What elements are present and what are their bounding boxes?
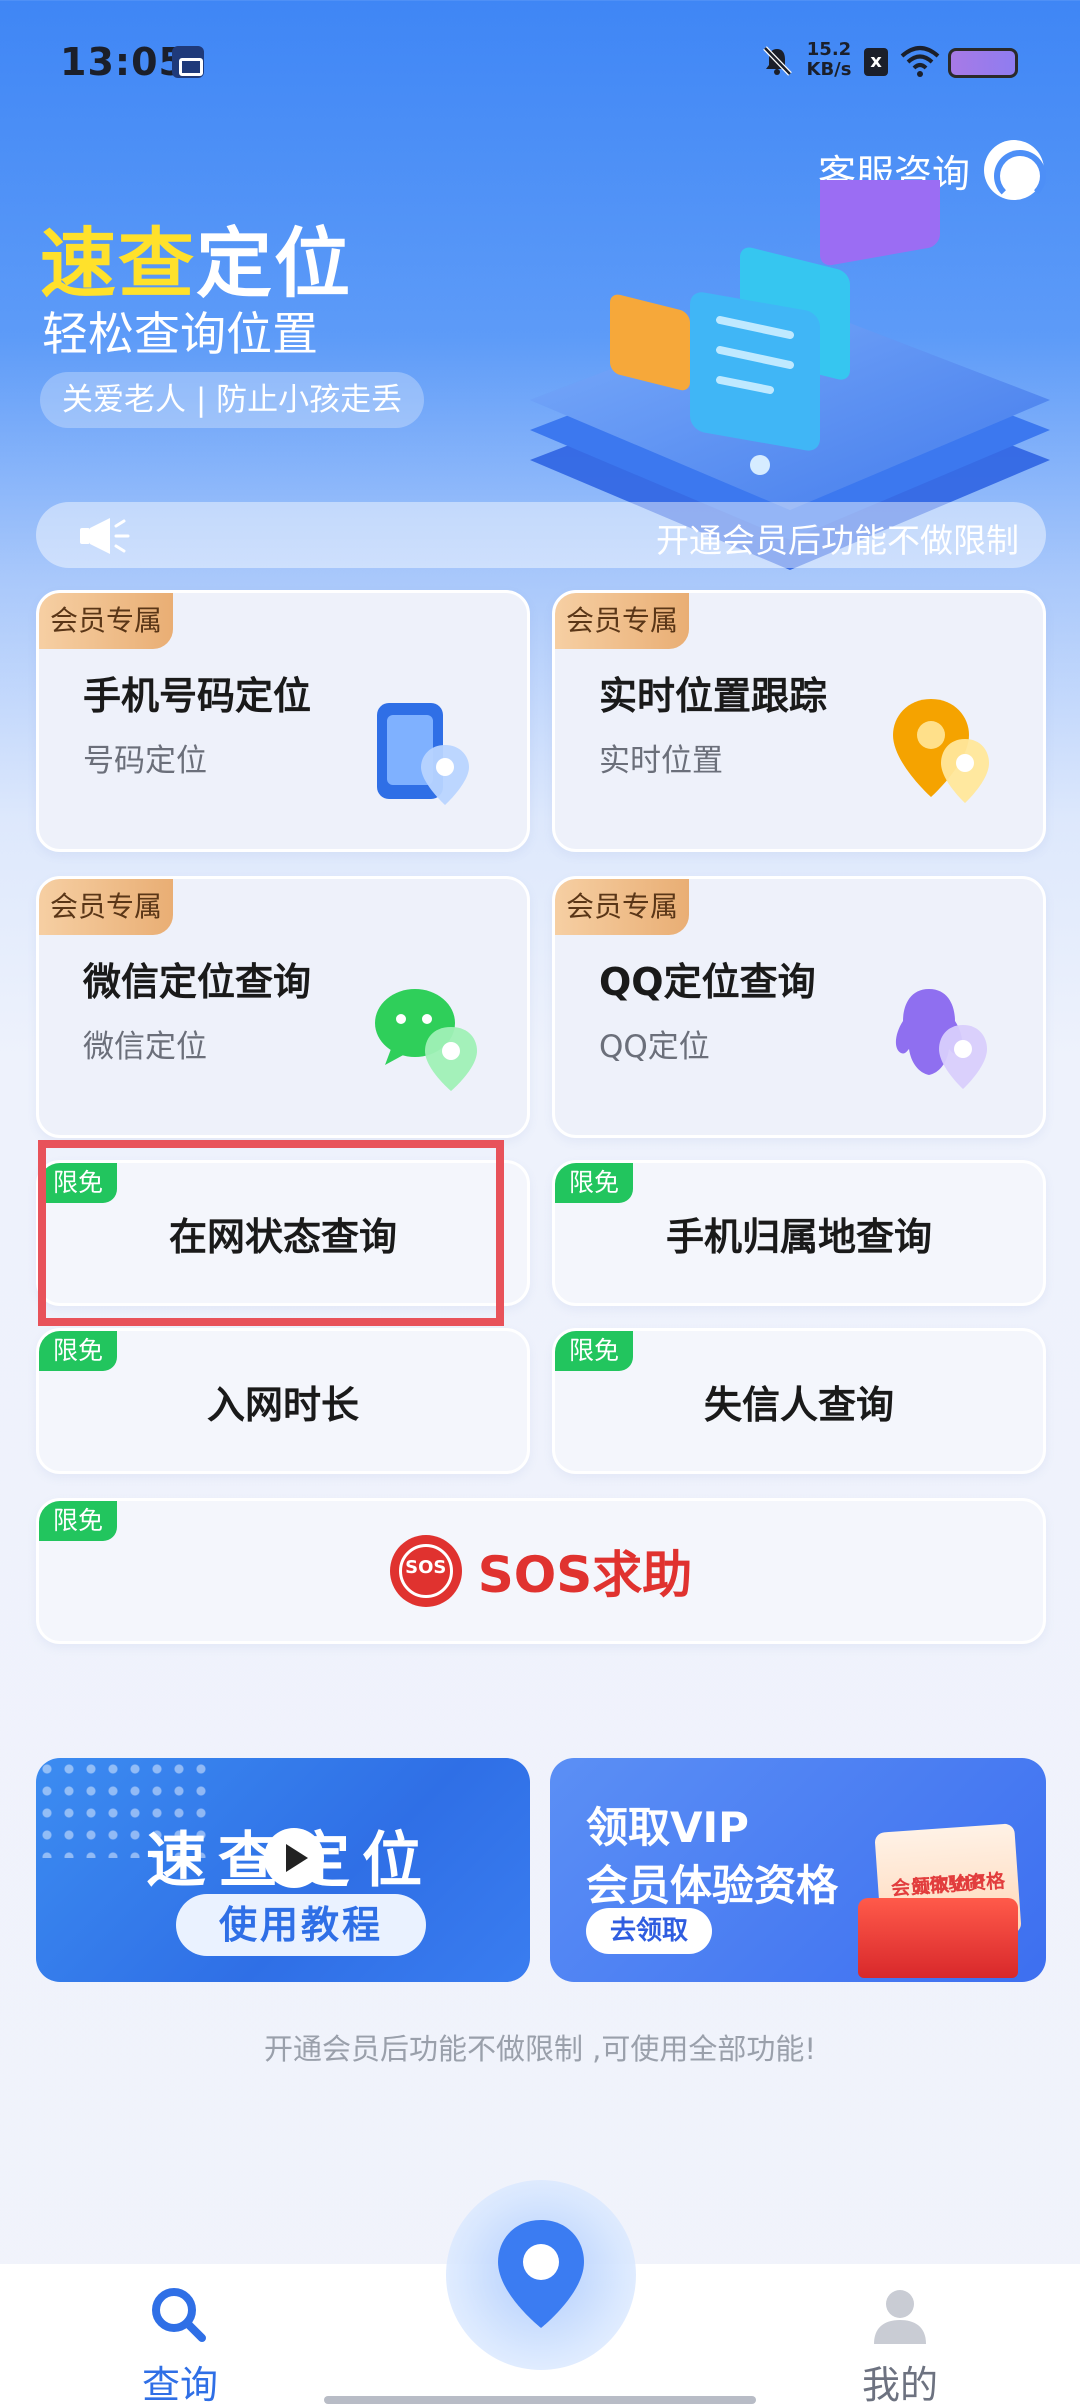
card-title: 实时位置跟踪	[599, 674, 828, 718]
card-realtime-tracking[interactable]: 会员专属 实时位置跟踪 实时位置	[552, 590, 1046, 852]
app-title-rest: 定位	[196, 219, 352, 308]
vip-tag: 会员专属	[39, 879, 173, 935]
home-indicator[interactable]	[324, 2396, 756, 2404]
app-subtitle: 轻松查询位置	[42, 307, 318, 361]
card-sos-help[interactable]: 限免 SOS SOS求助	[36, 1498, 1046, 1644]
gift-box	[858, 1898, 1018, 1978]
card-qq-location[interactable]: 会员专属 QQ定位查询 QQ定位	[552, 876, 1046, 1138]
vip-trial-banner[interactable]: 领取VIP 会员体验资格 去领取 领取VIP 会员体验资格	[550, 1758, 1046, 1982]
x-badge-icon: x	[864, 48, 888, 76]
sos-label: SOS求助	[477, 1546, 693, 1604]
nav-tab-search-label: 查询	[141, 2363, 218, 2407]
card-label: 入网时长	[206, 1382, 359, 1427]
battery-icon	[948, 48, 1018, 78]
card-phone-number-location[interactable]: 会员专属 手机号码定位 号码定位	[36, 590, 530, 852]
card-phone-region-query[interactable]: 限免 手机归属地查询	[552, 1160, 1046, 1306]
sos-icon: SOS	[389, 1535, 462, 1607]
card-label: 手机归属地查询	[665, 1214, 932, 1259]
claim-button[interactable]: 去领取	[586, 1908, 712, 1954]
card-subtitle: QQ定位	[599, 1029, 710, 1065]
card-label: 失信人查询	[703, 1382, 894, 1427]
status-time: 13:05	[60, 40, 186, 84]
net-speed-unit: KB/s	[806, 59, 852, 80]
vip-banner-line1: 领取VIP	[586, 1803, 749, 1852]
card-subtitle: 微信定位	[83, 1029, 207, 1065]
card-subtitle: 实时位置	[599, 743, 723, 779]
nav-tab-mine-label: 我的	[861, 2363, 938, 2407]
wifi-icon	[900, 46, 940, 77]
app-title: 速查定位	[40, 202, 352, 312]
map-pin-icon	[893, 699, 989, 803]
notice-text: 开通会员后功能不做限制	[656, 521, 1019, 560]
search-icon	[152, 2288, 206, 2342]
card-subtitle: 号码定位	[83, 743, 207, 779]
gift-illustration: 领取VIP 会员体验资格	[858, 1823, 1022, 1978]
mute-icon	[763, 46, 792, 76]
app-notification-icon	[172, 46, 204, 78]
card-title: 微信定位查询	[83, 960, 312, 1004]
wechat-icon	[375, 989, 477, 1091]
nav-tab-mine[interactable]: 我的	[860, 2284, 940, 2407]
highlight-box	[38, 1140, 504, 1326]
card-dishonest-person-query[interactable]: 限免 失信人查询	[552, 1328, 1046, 1474]
nav-tab-search[interactable]: 查询	[140, 2284, 220, 2407]
tutorial-banner[interactable]: 速查定位 使用教程	[36, 1758, 530, 1982]
location-fab-icon[interactable]	[476, 2206, 606, 2336]
vip-tag: 会员专属	[555, 879, 689, 935]
play-icon[interactable]	[264, 1828, 324, 1888]
sos-icon-text: SOS	[405, 1557, 447, 1578]
net-speed-value: 15.2	[806, 39, 852, 60]
net-speed: 15.2 KB/s	[804, 40, 854, 80]
tutorial-button[interactable]: 使用教程	[176, 1894, 426, 1956]
footer-note: 开通会员后功能不做限制 ,可使用全部功能!	[263, 2032, 817, 2066]
qq-icon	[895, 989, 987, 1089]
card-title: 手机号码定位	[83, 674, 312, 718]
phone-location-icon	[377, 703, 469, 805]
vip-tag: 会员专属	[555, 593, 689, 649]
megaphone-icon	[80, 518, 130, 554]
person-icon	[874, 2290, 926, 2344]
status-bar: 13:05 15.2 KB/s x	[0, 0, 1080, 120]
card-title: QQ定位查询	[599, 960, 816, 1004]
slogan-pill: 关爱老人 | 防止小孩走丢	[40, 372, 425, 428]
vip-tag: 会员专属	[39, 593, 173, 649]
card-network-duration[interactable]: 限免 入网时长	[36, 1328, 530, 1474]
vip-banner-line2: 会员体验资格	[586, 1861, 839, 1910]
card-wechat-location[interactable]: 会员专属 微信定位查询 微信定位	[36, 876, 530, 1138]
app-title-highlight: 速查	[40, 219, 196, 308]
